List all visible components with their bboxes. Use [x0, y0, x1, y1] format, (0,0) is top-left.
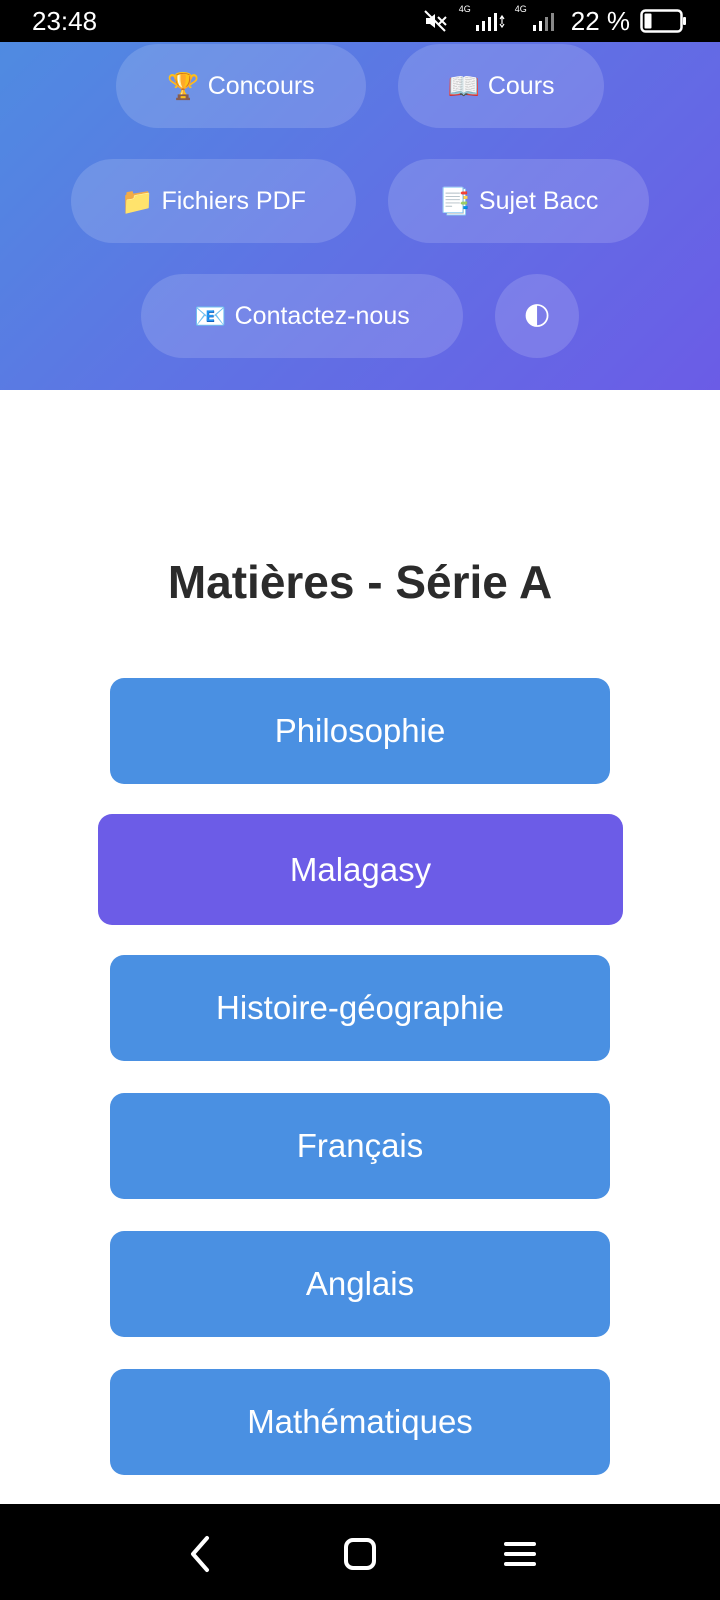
- page-title: Matières - Série A: [167, 556, 553, 608]
- nav-pdf-label: Fichiers PDF: [161, 186, 306, 215]
- system-nav-bar: [0, 1504, 720, 1600]
- email-icon: 📧: [194, 301, 227, 331]
- header-nav: 🏆 Concours 📖 Cours 📁 Fichiers PDF 📑 Suje…: [0, 42, 720, 390]
- moon-icon: 🌓: [523, 301, 551, 331]
- home-icon[interactable]: [340, 1534, 380, 1574]
- folder-icon: 📁: [121, 186, 154, 216]
- subject-button-mathematiques[interactable]: Mathématiques: [110, 1369, 610, 1475]
- nav-cours-label: Cours: [487, 71, 555, 100]
- signal-icon: [475, 9, 505, 33]
- nav-bacc-label: Sujet Bacc: [478, 186, 599, 215]
- theme-toggle-button[interactable]: 🌓: [495, 274, 579, 358]
- subject-button-malagasy[interactable]: Malagasy: [98, 814, 623, 925]
- nav-contact-label: Contactez-nous: [234, 301, 410, 330]
- nav-concours-label: Concours: [207, 71, 315, 100]
- battery-percent: 22 %: [570, 5, 630, 36]
- back-icon[interactable]: [180, 1534, 220, 1574]
- subject-button-philosophie[interactable]: Philosophie: [110, 678, 610, 784]
- nav-cours-button[interactable]: 📖 Cours: [398, 44, 604, 128]
- status-time: 23:48: [32, 5, 98, 36]
- document-icon: 📑: [438, 186, 471, 216]
- status-bar: 23:48 4G 4G 22 %: [0, 0, 720, 42]
- trophy-icon: 🏆: [167, 71, 200, 101]
- battery-icon: [640, 8, 688, 34]
- book-icon: 📖: [447, 71, 480, 101]
- nav-concours-button[interactable]: 🏆 Concours: [116, 44, 366, 128]
- subject-button-histoire-geographie[interactable]: Histoire-géographie: [110, 955, 610, 1061]
- menu-icon[interactable]: [500, 1534, 540, 1574]
- subject-button-francais[interactable]: Français: [110, 1093, 610, 1199]
- network-label-2: 4G: [514, 4, 527, 14]
- subject-button-anglais[interactable]: Anglais: [110, 1231, 610, 1337]
- network-label-1: 4G: [458, 4, 471, 14]
- status-icons: 4G 4G 22 %: [423, 4, 688, 37]
- nav-bacc-button[interactable]: 📑 Sujet Bacc: [388, 159, 649, 243]
- mute-icon: [423, 9, 449, 33]
- nav-pdf-button[interactable]: 📁 Fichiers PDF: [71, 159, 356, 243]
- signal-icon-secondary: [531, 9, 557, 33]
- nav-contact-button[interactable]: 📧 Contactez-nous: [141, 274, 463, 358]
